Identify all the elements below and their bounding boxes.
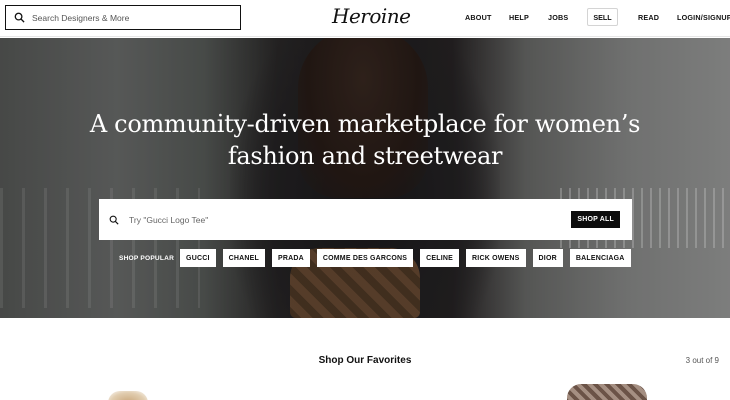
- favorite-item-image[interactable]: [567, 384, 647, 400]
- favorites-pagination-count: 3 out of 9: [685, 356, 719, 365]
- search-icon: [6, 6, 32, 29]
- brand-chip-rick-owens[interactable]: RICK OWENS: [466, 249, 526, 267]
- nav-read[interactable]: READ: [638, 13, 659, 22]
- shop-popular-label: SHOP POPULAR: [119, 254, 175, 262]
- nav-login-signup[interactable]: LOGIN/SIGNUP: [677, 13, 730, 22]
- header-search-input[interactable]: [32, 12, 232, 23]
- search-icon: [99, 215, 129, 225]
- site-header: Heroine ABOUT HELP JOBS SELL READ LOGIN/…: [0, 0, 730, 37]
- hero-banner: A community-driven marketplace for women…: [0, 38, 730, 318]
- hero-search-input[interactable]: [129, 214, 559, 225]
- favorite-item-image[interactable]: [108, 391, 148, 400]
- brand-chip-gucci[interactable]: GUCCI: [180, 249, 216, 267]
- nav-about[interactable]: ABOUT: [465, 13, 492, 22]
- site-logo[interactable]: Heroine: [332, 4, 411, 28]
- brand-chip-balenciaga[interactable]: BALENCIAGA: [569, 249, 631, 267]
- nav-help[interactable]: HELP: [509, 13, 529, 22]
- shop-all-button[interactable]: SHOP ALL: [571, 211, 620, 228]
- brand-chip-prada[interactable]: PRADA: [271, 249, 310, 267]
- brand-chip-comme-des-garcons[interactable]: COMME DES GARCONS: [316, 249, 414, 267]
- nav-jobs[interactable]: JOBS: [548, 13, 568, 22]
- brand-chip-celine[interactable]: CELINE: [420, 249, 460, 267]
- hero-search-box[interactable]: SHOP ALL: [99, 199, 632, 240]
- hero-title-line-2: fashion and streetwear: [227, 142, 503, 170]
- nav-sell-button[interactable]: SELL: [587, 8, 618, 26]
- shop-popular-row: SHOP POPULAR GUCCI CHANEL PRADA COMME DE…: [119, 249, 638, 267]
- brand-chip-dior[interactable]: DIOR: [532, 249, 563, 267]
- brand-chip-chanel[interactable]: CHANEL: [222, 249, 265, 267]
- hero-title-line-1: A community-driven marketplace for women…: [89, 110, 641, 138]
- header-search-box[interactable]: [5, 5, 241, 30]
- favorites-heading: Shop Our Favorites: [318, 355, 412, 366]
- hero-title: A community-driven marketplace for women…: [0, 108, 730, 172]
